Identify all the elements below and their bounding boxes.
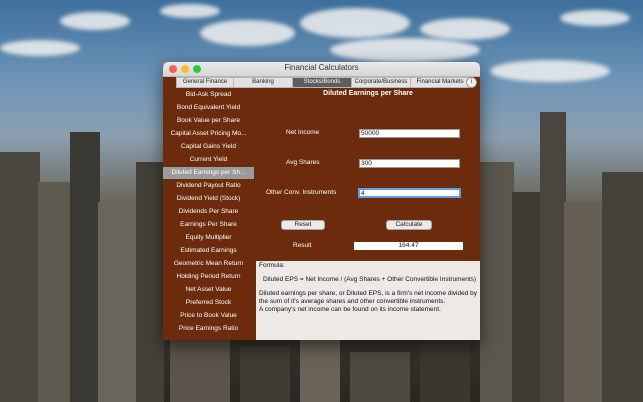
sidebar-item-price-earnings-ratio[interactable]: Price Earnings Ratio <box>163 323 254 335</box>
formula-note: A company's net income can be found on i… <box>259 306 441 313</box>
avg-shares-input[interactable]: 300 <box>359 159 460 168</box>
financial-calculator-window: Financial Calculators General Finance Ba… <box>163 62 480 340</box>
result-label: Result <box>293 242 312 249</box>
sidebar-item-net-asset-value[interactable]: Net Asset Value <box>163 284 254 296</box>
sidebar-item-book-value-per-share[interactable]: Book Value per Share <box>163 115 254 127</box>
tab-financial-markets[interactable]: Financial Markets <box>410 77 470 88</box>
sidebar-item-geometric-mean-return[interactable]: Geometric Mean Return <box>163 258 254 270</box>
calculator-heading: Diluted Earnings per Share <box>323 90 413 97</box>
sidebar-item-dividends-per-share[interactable]: Dividends Per Share <box>163 206 254 218</box>
tab-stocks-bonds[interactable]: Stocks/Bonds <box>292 77 352 88</box>
sidebar-item-preferred-stock[interactable]: Preferred Stock <box>163 297 254 309</box>
sidebar-item-dividend-payout-ratio[interactable]: Dividend Payout Ratio <box>163 180 254 192</box>
other-conv-instruments-input[interactable]: 4 <box>358 188 461 198</box>
other-conv-instruments-label: Other Conv. Instruments <box>266 189 337 196</box>
sidebar-item-capital-gains-yield[interactable]: Capital Gains Yield <box>163 141 254 153</box>
sidebar-item-dividend-yield-stock[interactable]: Dividend Yield (Stock) <box>163 193 254 205</box>
category-tabs: General Finance Banking Stocks/Bonds Cor… <box>176 77 470 88</box>
sidebar-item-current-yield[interactable]: Current Yield <box>163 154 254 166</box>
sidebar-item-equity-multiplier[interactable]: Equity Multiplier <box>163 232 254 244</box>
formula-title: Formula: <box>259 262 285 269</box>
formula-description: Diluted earnings per share, or Diluted E… <box>259 290 478 305</box>
sidebar-item-estimated-earnings[interactable]: Estimated Earnings <box>163 245 254 257</box>
net-income-input[interactable]: 50000 <box>359 129 460 138</box>
calculator-list: Bid-Ask Spread Bond Equivalent Yield Boo… <box>163 89 254 336</box>
sidebar-item-capital-asset-pricing-model[interactable]: Capital Asset Pricing Mo... <box>163 128 254 140</box>
result-value: 164.47 <box>354 242 463 250</box>
avg-shares-label: Avg Shares <box>286 159 320 166</box>
calculate-button[interactable]: Calculate <box>386 220 432 230</box>
sidebar-item-bid-ask-spread[interactable]: Bid-Ask Spread <box>163 89 254 101</box>
sidebar-item-diluted-eps[interactable]: Diluted Earnings per Sh... <box>163 167 254 179</box>
tab-banking[interactable]: Banking <box>233 77 293 88</box>
sidebar-item-price-to-book-value[interactable]: Price to Book Value <box>163 310 254 322</box>
sidebar-item-bond-equivalent-yield[interactable]: Bond Equivalent Yield <box>163 102 254 114</box>
title-bar: Financial Calculators <box>163 62 480 77</box>
tab-corporate-business[interactable]: Corporate/Business <box>351 77 411 88</box>
formula-equation: Diluted EPS = Net Income / (Avg Shares +… <box>263 276 477 283</box>
tab-general-finance[interactable]: General Finance <box>176 77 234 88</box>
net-income-label: Net Income <box>286 129 320 136</box>
sidebar-item-earnings-per-share[interactable]: Earnings Per Share <box>163 219 254 231</box>
sidebar-item-holding-period-return[interactable]: Holding Period Return <box>163 271 254 283</box>
reset-button[interactable]: Reset <box>281 220 325 230</box>
window-title: Financial Calculators <box>284 63 359 72</box>
help-icon[interactable]: i <box>466 77 477 88</box>
formula-panel: Formula: Diluted EPS = Net Income / (Avg… <box>256 261 480 340</box>
